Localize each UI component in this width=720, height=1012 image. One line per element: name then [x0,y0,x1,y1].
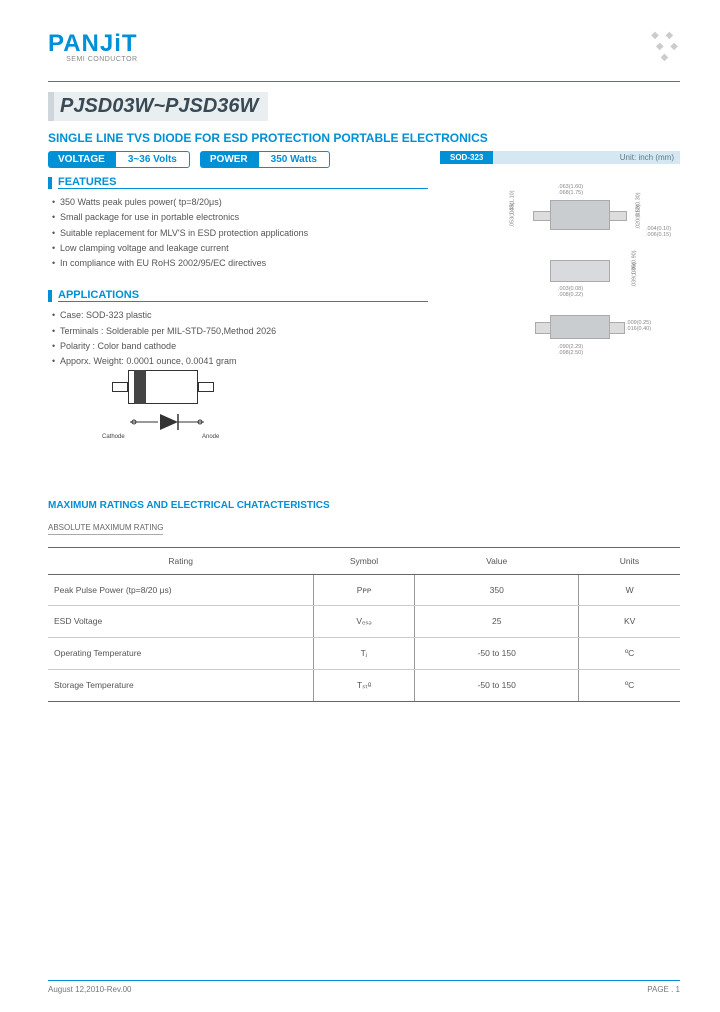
list-item: Terminals : Solderable per MIL-STD-750,M… [52,324,428,339]
col-units: Units [579,547,680,574]
applications-title: APPLICATIONS [58,289,428,302]
applications-heading: APPLICATIONS [48,289,428,302]
list-item: Apporx. Weight: 0.0001 ounce, 0.0041 gra… [52,354,428,369]
features-title: FEATURES [58,176,428,189]
dim-text: .098(2.50) [558,350,583,356]
cell: ESD Voltage [48,605,313,637]
cell: Tₛₜᵍ [313,669,414,701]
cell: -50 to 150 [415,669,579,701]
cell: KV [579,605,680,637]
list-item: Polarity : Color band cathode [52,339,428,354]
dim-text: .006(0.15) [646,232,671,238]
page-footer: August 12,2010-Rev.00 PAGE . 1 [48,980,680,994]
logo-text-1: PAN [48,30,100,57]
cathode-label: Cathode [102,434,125,440]
applications-list: Case: SOD-323 plastic Terminals : Solder… [48,308,428,369]
ratings-subtitle: ABSOLUTE MAXIMUM RATING [48,523,163,535]
cell: W [579,574,680,605]
table-row: Storage Temperature Tₛₜᵍ -50 to 150 ºC [48,669,680,701]
cell: -50 to 150 [415,637,579,669]
cell: Tⱼ [313,637,414,669]
dim-text: .068(1.75) [558,190,583,196]
voltage-value: 3~36 Volts [115,151,190,168]
ratings-title: MAXIMUM RATINGS AND ELECTRICAL CHATACTER… [48,500,680,511]
brand-logo: PANJiT SEMI CONDUCTOR [48,30,138,63]
dim-text: .053(1.35) [510,202,516,227]
dim-text: .020(0.50) [636,204,642,229]
package-header: SOD-323 Unit: inch (mm) [440,151,680,164]
package-end-view [550,315,610,339]
col-rating: Rating [48,547,313,574]
package-side-view [550,260,610,282]
power-value: 350 Watts [258,151,330,168]
top-rule [48,81,680,82]
col-value: Value [415,547,579,574]
table-row: Operating Temperature Tⱼ -50 to 150 ºC [48,637,680,669]
logo-text-2: JiT [100,30,138,57]
spec-pills: VOLTAGE 3~36 Volts POWER 350 Watts [48,151,428,168]
cell: Peak Pulse Power (tp=8/20 μs) [48,574,313,605]
col-symbol: Symbol [313,547,414,574]
header-row: PANJiT SEMI CONDUCTOR ◆ ◆ ◆ ◆ ◆ [48,30,680,63]
package-top-view [550,200,610,230]
voltage-label: VOLTAGE [48,151,115,168]
features-list: 350 Watts peak pules power( tp=8/20μs) S… [48,195,428,271]
table-row: Peak Pulse Power (tp=8/20 μs) Pᴘᴘ 350 W [48,574,680,605]
package-name: SOD-323 [440,151,493,164]
cell: Vₑₛₔ [313,605,414,637]
cell: Pᴘᴘ [313,574,414,605]
logo-subtext: SEMI CONDUCTOR [48,56,138,63]
power-label: POWER [200,151,258,168]
part-number-title: PJSD03W~PJSD36W [48,92,268,121]
footer-date: August 12,2010-Rev.00 [48,985,131,994]
cell: Storage Temperature [48,669,313,701]
list-item: Case: SOD-323 plastic [52,308,428,323]
list-item: 350 Watts peak pules power( tp=8/20μs) [52,195,428,210]
dim-text: .016(0.40) [626,326,651,332]
cell: ºC [579,637,680,669]
ratings-table: Rating Symbol Value Units Peak Pulse Pow… [48,547,680,702]
package-unit: Unit: inch (mm) [493,151,680,164]
polarity-diagram: Cathode Anode [98,370,238,440]
cell: 350 [415,574,579,605]
cell: ºC [579,669,680,701]
list-item: In compliance with EU RoHS 2002/95/EC di… [52,256,428,271]
diode-symbol-icon [128,412,208,440]
dim-text: .039(1.00) [632,262,638,287]
list-item: Small package for use in portable electr… [52,210,428,225]
footer-page: PAGE . 1 [647,985,680,994]
package-drawing: .063(1.60) .068(1.75) .043(1.10) .053(1.… [440,170,680,380]
document-subtitle: SINGLE LINE TVS DIODE FOR ESD PROTECTION… [48,131,680,145]
dim-text: .008(0.22) [558,292,583,298]
features-heading: FEATURES [48,176,428,189]
anode-label: Anode [202,434,219,440]
list-item: Suitable replacement for MLV'S in ESD pr… [52,226,428,241]
cell: 25 [415,605,579,637]
list-item: Low clamping voltage and leakage current [52,241,428,256]
table-row: ESD Voltage Vₑₛₔ 25 KV [48,605,680,637]
decorative-dots: ◆ ◆ ◆ ◆ ◆ [651,30,680,63]
cell: Operating Temperature [48,637,313,669]
